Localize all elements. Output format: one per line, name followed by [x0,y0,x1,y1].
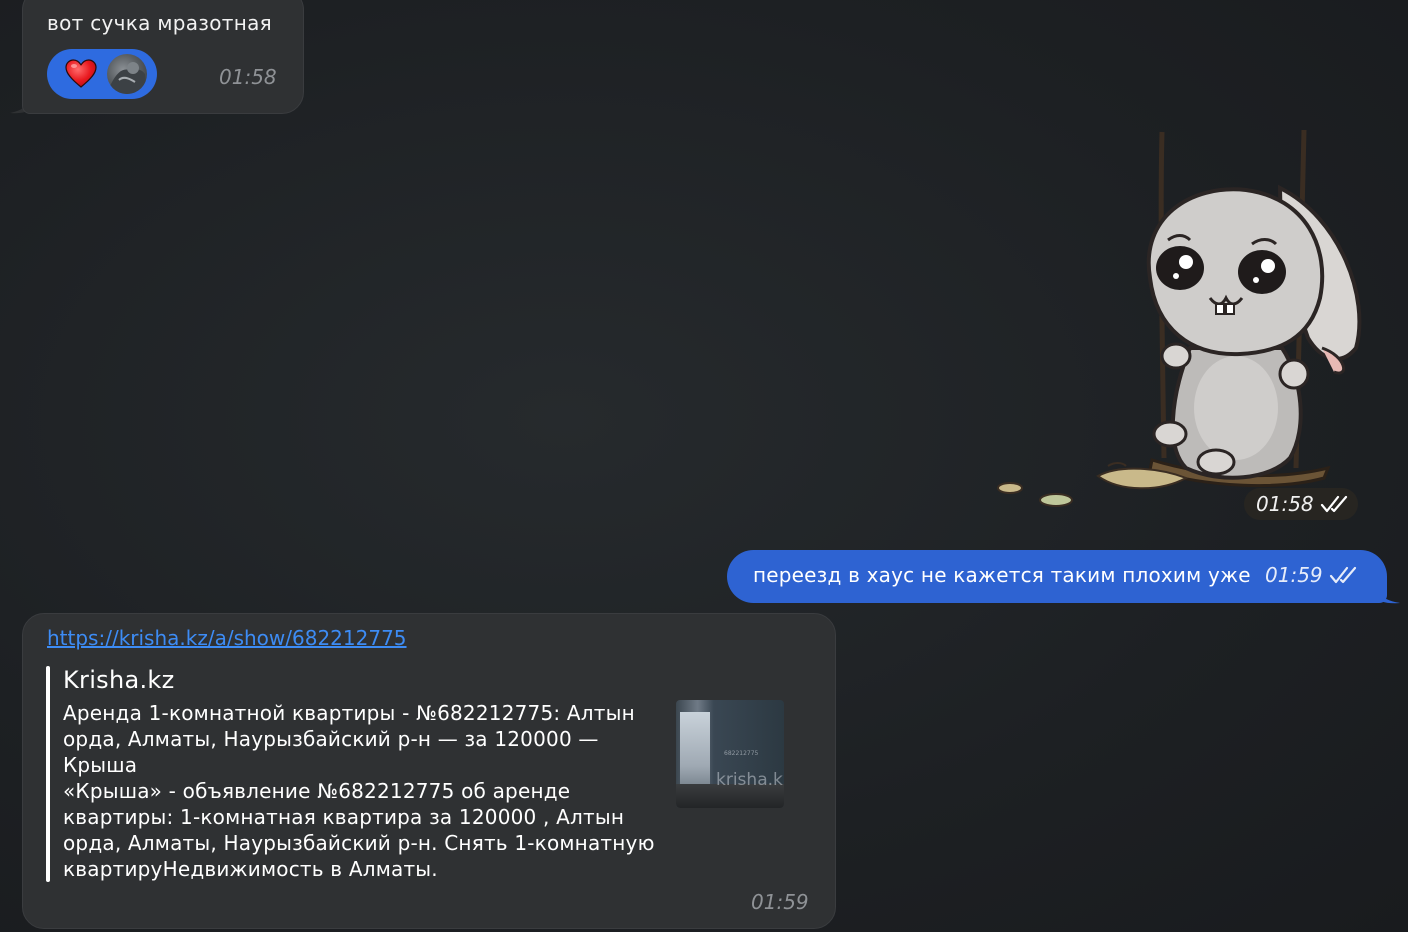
message-time: 01:59 [1265,563,1323,587]
link-preview-description: «Крыша» - объявление №682212775 об аренд… [63,779,655,881]
chat-area: вот сучка мразотная 01:58 01:58 переезд … [0,0,1408,932]
heart-icon [65,59,97,88]
bunny-on-swing-sticker[interactable] [990,128,1370,518]
incoming-message-bubble[interactable]: вот сучка мразотная 01:58 [22,0,304,114]
message-link[interactable]: https://krisha.kz/a/show/682212775 [47,626,407,650]
avatar[interactable] [107,54,147,94]
thumbnail-watermark: krisha.k [716,770,783,790]
incoming-link-message-bubble[interactable]: https://krisha.kz/a/show/682212775 Krish… [22,613,836,929]
link-preview-thumbnail[interactable]: 682212775 krisha.k [676,700,784,808]
thumbnail-id: 682212775 [724,750,759,757]
read-double-check-icon [1329,566,1356,584]
sticker-time-badge: 01:58 [1244,488,1358,520]
message-time: 01:58 [1256,492,1314,516]
link-preview-title: Аренда 1-комнатной квартиры - №682212775… [63,701,635,777]
link-preview-site-name: Krisha.kz [63,666,175,694]
outgoing-message-bubble[interactable]: переезд в хаус не кажется таким плохим у… [727,550,1387,603]
read-double-check-icon [1320,495,1347,513]
message-text: вот сучка мразотная [47,11,272,35]
message-time: 01:59 [751,890,809,914]
message-time: 01:58 [219,65,277,89]
link-preview-accent-bar [46,666,50,882]
reaction-pill[interactable] [47,49,157,99]
message-text: переезд в хаус не кажется таким плохим у… [753,563,1251,587]
message-time-group: 01:59 [1265,563,1359,587]
